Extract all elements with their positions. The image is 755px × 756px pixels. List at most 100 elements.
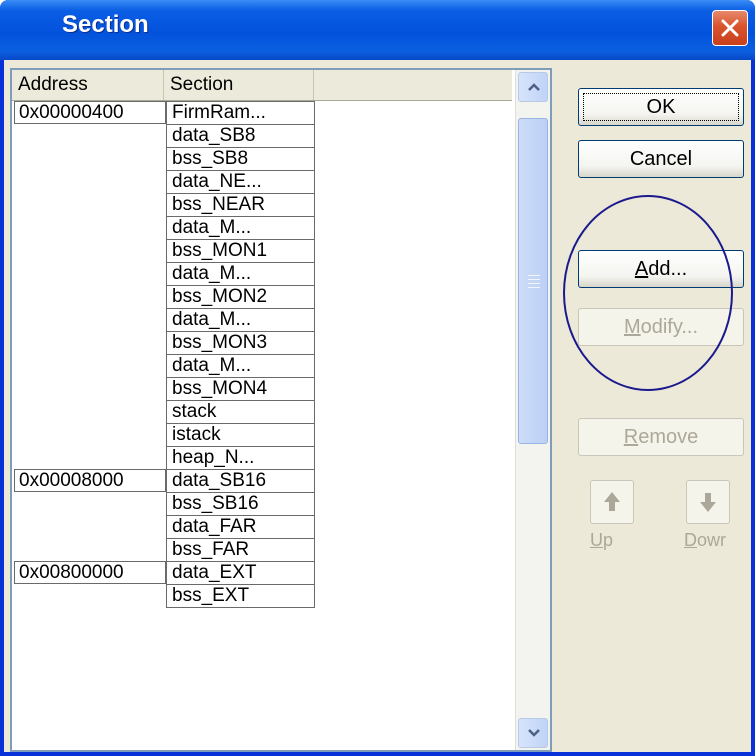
list-row[interactable]: bss_FAR (12, 538, 512, 562)
list-row[interactable]: 0x00000400 FirmRam... (12, 101, 512, 125)
thumb-grip (528, 283, 540, 284)
thumb-grip (528, 275, 540, 276)
address-cell (14, 170, 18, 193)
move-up-label: Up (590, 530, 613, 551)
scroll-up-arrow-icon (528, 83, 540, 91)
scroll-down-arrow-icon (528, 729, 540, 737)
section-cell: bss_SB8 (166, 147, 315, 171)
list-row[interactable]: data_M... (12, 354, 512, 378)
list-row[interactable]: stack (12, 400, 512, 424)
section-cell: bss_MON3 (166, 331, 315, 355)
list-row[interactable]: bss_MON2 (12, 285, 512, 309)
title-bar[interactable]: Section (0, 0, 755, 60)
address-cell (14, 193, 18, 216)
scroll-up-button[interactable] (518, 72, 548, 102)
list-row[interactable]: bss_NEAR (12, 193, 512, 217)
address-cell (14, 446, 18, 469)
add-button[interactable]: Add... (578, 250, 744, 288)
list-row[interactable]: data_M... (12, 262, 512, 286)
list-row[interactable]: bss_SB8 (12, 147, 512, 171)
address-cell (14, 538, 18, 561)
section-cell: istack (166, 423, 315, 447)
down-mnemonic: D (684, 530, 697, 550)
section-cell: data_SB8 (166, 124, 315, 148)
address-cell (14, 285, 18, 308)
list-row[interactable]: bss_MON1 (12, 239, 512, 263)
up-arrow-icon (604, 492, 620, 511)
address-cell (14, 377, 18, 400)
address-cell (14, 239, 18, 262)
focus-rectangle (583, 93, 739, 121)
remove-button[interactable]: Remove (578, 418, 744, 456)
ok-button[interactable]: OK (578, 88, 744, 126)
section-cell: bss_NEAR (166, 193, 315, 217)
cancel-button[interactable]: Cancel (578, 140, 744, 178)
section-cell: data_M... (166, 354, 315, 378)
section-cell: data_M... (166, 216, 315, 240)
section-cell: data_FAR (166, 515, 315, 539)
list-row[interactable]: bss_MON3 (12, 331, 512, 355)
list-row[interactable]: heap_N... (12, 446, 512, 470)
column-header-empty (314, 70, 512, 100)
section-cell: FirmRam... (166, 101, 315, 125)
modify-button-label: odify... (640, 316, 699, 338)
section-cell: data_M... (166, 308, 315, 332)
list-row[interactable]: bss_SB16 (12, 492, 512, 516)
section-cell: data_M... (166, 262, 315, 286)
list-row[interactable]: bss_EXT (12, 584, 512, 608)
list-rows: 0x00000400 FirmRam... data_SB8 bss_SB8 data_… (12, 101, 512, 608)
move-up-button[interactable] (590, 480, 634, 524)
remove-mnemonic: R (623, 426, 639, 448)
address-cell (14, 124, 18, 147)
move-down-label: Dowr (684, 530, 726, 551)
list-row[interactable]: data_SB8 (12, 124, 512, 148)
address-cell (14, 308, 18, 331)
up-label-rest: p (603, 530, 614, 550)
thumb-grip (528, 287, 540, 288)
address-cell: 0x00008000 (14, 469, 166, 492)
section-list[interactable]: Address Section 0x00000400 FirmRam... data… (10, 68, 552, 752)
thumb-grip (528, 279, 540, 280)
section-cell: bss_SB16 (166, 492, 315, 516)
section-cell: stack (166, 400, 315, 424)
address-cell: 0x00000400 (14, 101, 166, 124)
section-cell: bss_EXT (166, 584, 315, 608)
section-cell: bss_MON2 (166, 285, 315, 309)
column-header-section[interactable]: Section (164, 70, 314, 100)
column-header-address[interactable]: Address (12, 70, 164, 100)
list-row[interactable]: 0x00008000 data_SB16 (12, 469, 512, 493)
cancel-button-label: Cancel (629, 148, 693, 170)
list-row[interactable]: bss_MON4 (12, 377, 512, 401)
section-cell: bss_FAR (166, 538, 315, 562)
list-row[interactable]: data_M... (12, 216, 512, 240)
section-dialog: Section Address Section 0x00000400 FirmRa… (0, 0, 755, 756)
scroll-down-button[interactable] (518, 718, 548, 748)
address-cell (14, 331, 18, 354)
list-row[interactable]: istack (12, 423, 512, 447)
address-cell (14, 423, 18, 446)
modify-mnemonic: M (623, 316, 641, 338)
add-mnemonic: A (634, 258, 649, 280)
list-row[interactable]: 0x00800000 data_EXT (12, 561, 512, 585)
address-cell (14, 400, 18, 423)
address-cell (14, 262, 18, 285)
remove-button-label: emove (638, 426, 699, 448)
move-down-button[interactable] (686, 480, 730, 524)
modify-button[interactable]: Modify... (578, 308, 744, 346)
down-arrow-icon (700, 493, 716, 512)
window-title: Section (62, 11, 149, 38)
scroll-thumb[interactable] (518, 118, 548, 444)
section-cell: data_NE... (166, 170, 315, 194)
up-mnemonic: U (590, 530, 603, 550)
section-cell: data_EXT (166, 561, 315, 585)
address-cell (14, 584, 18, 607)
vertical-scrollbar[interactable] (515, 70, 550, 750)
close-icon (721, 19, 739, 37)
address-cell (14, 216, 18, 239)
section-cell: bss_MON1 (166, 239, 315, 263)
list-row[interactable]: data_FAR (12, 515, 512, 539)
close-button[interactable] (712, 10, 748, 46)
list-row[interactable]: data_M... (12, 308, 512, 332)
address-cell (14, 515, 18, 538)
list-row[interactable]: data_NE... (12, 170, 512, 194)
